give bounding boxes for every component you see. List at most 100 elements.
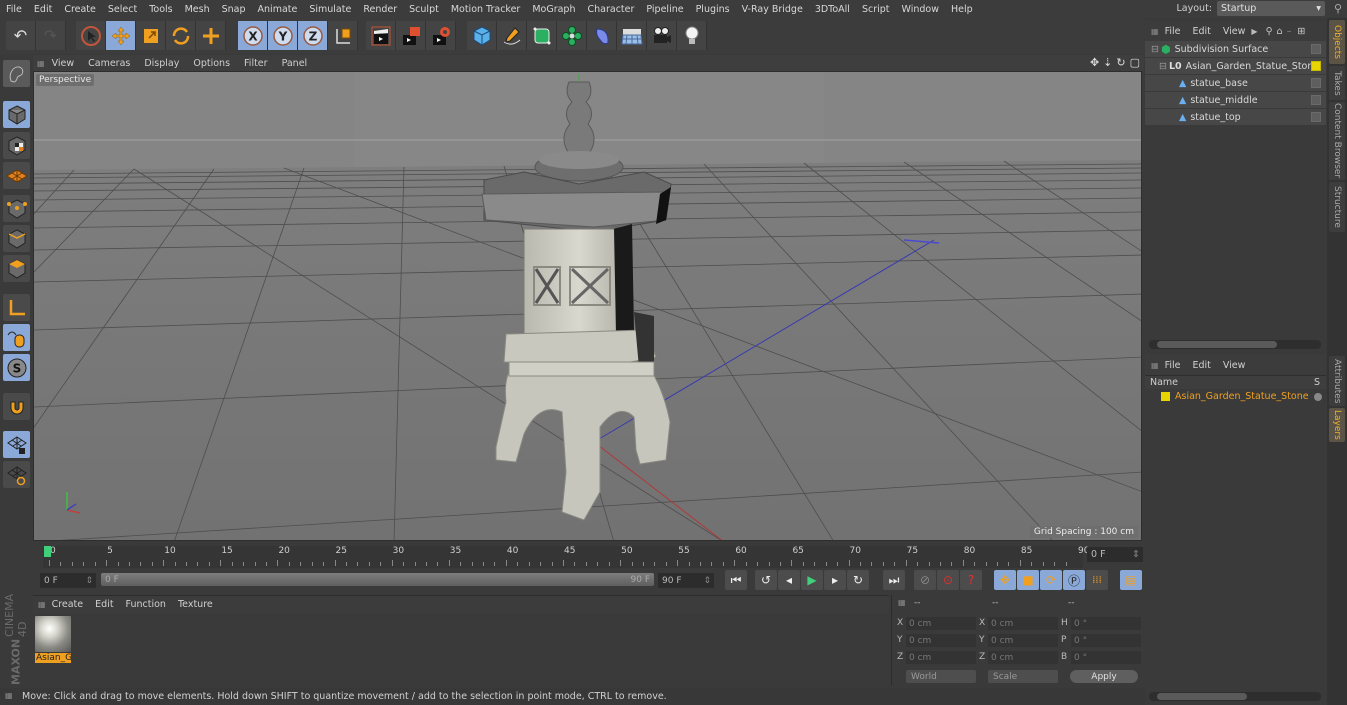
new-view-icon[interactable]: ⊞	[1297, 26, 1305, 37]
play-button[interactable]: ▶	[801, 570, 823, 590]
record-keys-button[interactable]: ⊘	[914, 570, 936, 590]
scrollbar-thumb[interactable]	[1157, 341, 1277, 348]
maximize-view-icon[interactable]: ▢	[1130, 56, 1140, 69]
material-menu-create[interactable]: Create	[46, 599, 90, 610]
layer-menu-edit[interactable]: Edit	[1186, 360, 1216, 371]
menu-snap[interactable]: Snap	[216, 4, 252, 15]
apply-button[interactable]: Apply	[1070, 670, 1138, 683]
panel-grip-icon[interactable]: ▦	[37, 59, 45, 68]
move-button[interactable]	[106, 21, 136, 50]
panel-grip-icon[interactable]: ▦	[898, 598, 906, 607]
menu-mesh[interactable]: Mesh	[179, 4, 216, 15]
edges-mode-button[interactable]	[3, 225, 30, 252]
object-row-statue-base[interactable]: ▲ statue_base	[1145, 75, 1326, 92]
rot-b-field[interactable]: 0 °	[1071, 651, 1141, 664]
collapse-icon[interactable]: –	[1287, 26, 1292, 37]
menu-script[interactable]: Script	[856, 4, 896, 15]
layer-color-swatch[interactable]	[1161, 392, 1170, 401]
menu-more-icon[interactable]: ▶	[1251, 27, 1257, 36]
tab-attributes[interactable]: Attributes	[1329, 356, 1345, 406]
autokeying-button[interactable]: ⊙	[937, 570, 959, 590]
menu-3dtoall[interactable]: 3DToAll	[809, 4, 856, 15]
layer-tag[interactable]	[1311, 61, 1321, 71]
polygons-mode-button[interactable]	[3, 255, 30, 282]
coordinate-system-button[interactable]	[328, 21, 358, 50]
material-menu-function[interactable]: Function	[120, 599, 172, 610]
timeline-ruler[interactable]: 0 5 10 15 20 25 30 35 40 45 50 55 60 65 70 75 80 85 90	[43, 546, 1089, 568]
key-parameter-button[interactable]: Ⓟ	[1063, 570, 1085, 590]
viewport-menu-display[interactable]: Display	[137, 58, 186, 69]
next-frame-button[interactable]: ▸	[824, 570, 846, 590]
preview-range-slider[interactable]: 0 F 90 F	[101, 573, 654, 586]
make-editable-button[interactable]	[3, 60, 30, 87]
object-row-asian-garden-statue-stone[interactable]: ⊟ L0 Asian_Garden_Statue_Stone	[1145, 58, 1326, 75]
panel-grip-icon[interactable]: ▦	[38, 600, 46, 609]
zoom-view-icon[interactable]: ⇣	[1103, 56, 1112, 69]
material-label[interactable]: Asian_G	[35, 653, 71, 663]
solo-button[interactable]: S	[3, 354, 30, 381]
menu-mograph[interactable]: MoGraph	[526, 4, 581, 15]
pen-button[interactable]	[497, 21, 527, 50]
panel-grip-icon[interactable]: ▦	[1151, 27, 1159, 36]
keyframe-selection-button[interactable]: ?	[960, 570, 982, 590]
x-axis-button[interactable]: X	[238, 21, 268, 50]
visibility-check[interactable]	[1311, 78, 1321, 88]
viewport-menu-view[interactable]: View	[45, 58, 82, 69]
current-frame-marker[interactable]	[44, 546, 51, 557]
transform-mode-dropdown[interactable]: Scale	[988, 670, 1058, 683]
subdivision-button[interactable]	[527, 21, 557, 50]
tree-toggle-icon[interactable]: ⊟	[1151, 44, 1159, 55]
live-selection-button[interactable]	[76, 21, 106, 50]
go-to-start-button[interactable]: ⏮	[725, 570, 747, 590]
column-solo[interactable]: S	[1314, 377, 1320, 388]
points-mode-button[interactable]	[3, 195, 30, 222]
tweak-mode-button[interactable]	[3, 324, 30, 351]
tab-content-browser[interactable]: Content Browser	[1329, 102, 1345, 180]
key-pla-button[interactable]: ⁞⁞⁞	[1086, 570, 1108, 590]
rotate-view-icon[interactable]: ↻	[1116, 56, 1125, 69]
light-button[interactable]	[677, 21, 707, 50]
pos-z-field[interactable]: 0 cm	[906, 651, 976, 664]
menu-plugins[interactable]: Plugins	[690, 4, 736, 15]
object-row-statue-middle[interactable]: ▲ statue_middle	[1145, 92, 1326, 109]
object-row-subdivision-surface[interactable]: ⊟ ⬢ Subdivision Surface	[1145, 41, 1326, 58]
workplane-mode-button[interactable]	[3, 162, 30, 189]
tree-toggle-icon[interactable]: ⊟	[1159, 61, 1167, 72]
size-x-field[interactable]: 0 cm	[988, 617, 1058, 630]
key-position-button[interactable]: ✥	[994, 570, 1016, 590]
current-frame-field[interactable]: 0 F ⇕	[1087, 547, 1143, 562]
deformer-button[interactable]	[587, 21, 617, 50]
axis-mode-button[interactable]	[3, 294, 30, 321]
camera-button[interactable]	[647, 21, 677, 50]
rot-h-field[interactable]: 0 °	[1071, 617, 1141, 630]
visibility-check[interactable]	[1311, 95, 1321, 105]
redo-button[interactable]: ↷	[36, 21, 66, 50]
menu-tools[interactable]: Tools	[143, 4, 178, 15]
menu-window[interactable]: Window	[896, 4, 945, 15]
undo-button[interactable]: ↶	[6, 21, 36, 50]
menu-select[interactable]: Select	[102, 4, 143, 15]
tab-layers[interactable]: Layers	[1329, 408, 1345, 442]
layer-menu-view[interactable]: View	[1217, 360, 1252, 371]
object-menu-edit[interactable]: Edit	[1186, 26, 1216, 37]
menu-render[interactable]: Render	[357, 4, 403, 15]
tab-takes[interactable]: Takes	[1329, 66, 1345, 100]
menu-character[interactable]: Character	[581, 4, 640, 15]
start-frame-field[interactable]: 0 F ⇕	[40, 573, 96, 588]
home-icon[interactable]: ⌂	[1277, 26, 1283, 37]
scrollbar-thumb[interactable]	[1157, 693, 1247, 700]
viewport-menu-cameras[interactable]: Cameras	[81, 58, 137, 69]
render-settings-button[interactable]	[426, 21, 456, 50]
material-thumbnail[interactable]	[35, 616, 71, 652]
rotate-button[interactable]	[166, 21, 196, 50]
coordinate-mode-dropdown[interactable]: World	[906, 670, 976, 683]
menu-edit[interactable]: Edit	[28, 4, 58, 15]
3d-viewport[interactable]: Perspective Grid Spacing : 100 cm	[33, 71, 1142, 541]
render-view-button[interactable]	[366, 21, 396, 50]
snap-button[interactable]	[3, 393, 30, 420]
column-name[interactable]: Name	[1150, 377, 1178, 388]
pos-y-field[interactable]: 0 cm	[906, 634, 976, 647]
scale-button[interactable]	[136, 21, 166, 50]
spinner-icon[interactable]: ⇕	[703, 576, 711, 586]
menu-create[interactable]: Create	[58, 4, 102, 15]
